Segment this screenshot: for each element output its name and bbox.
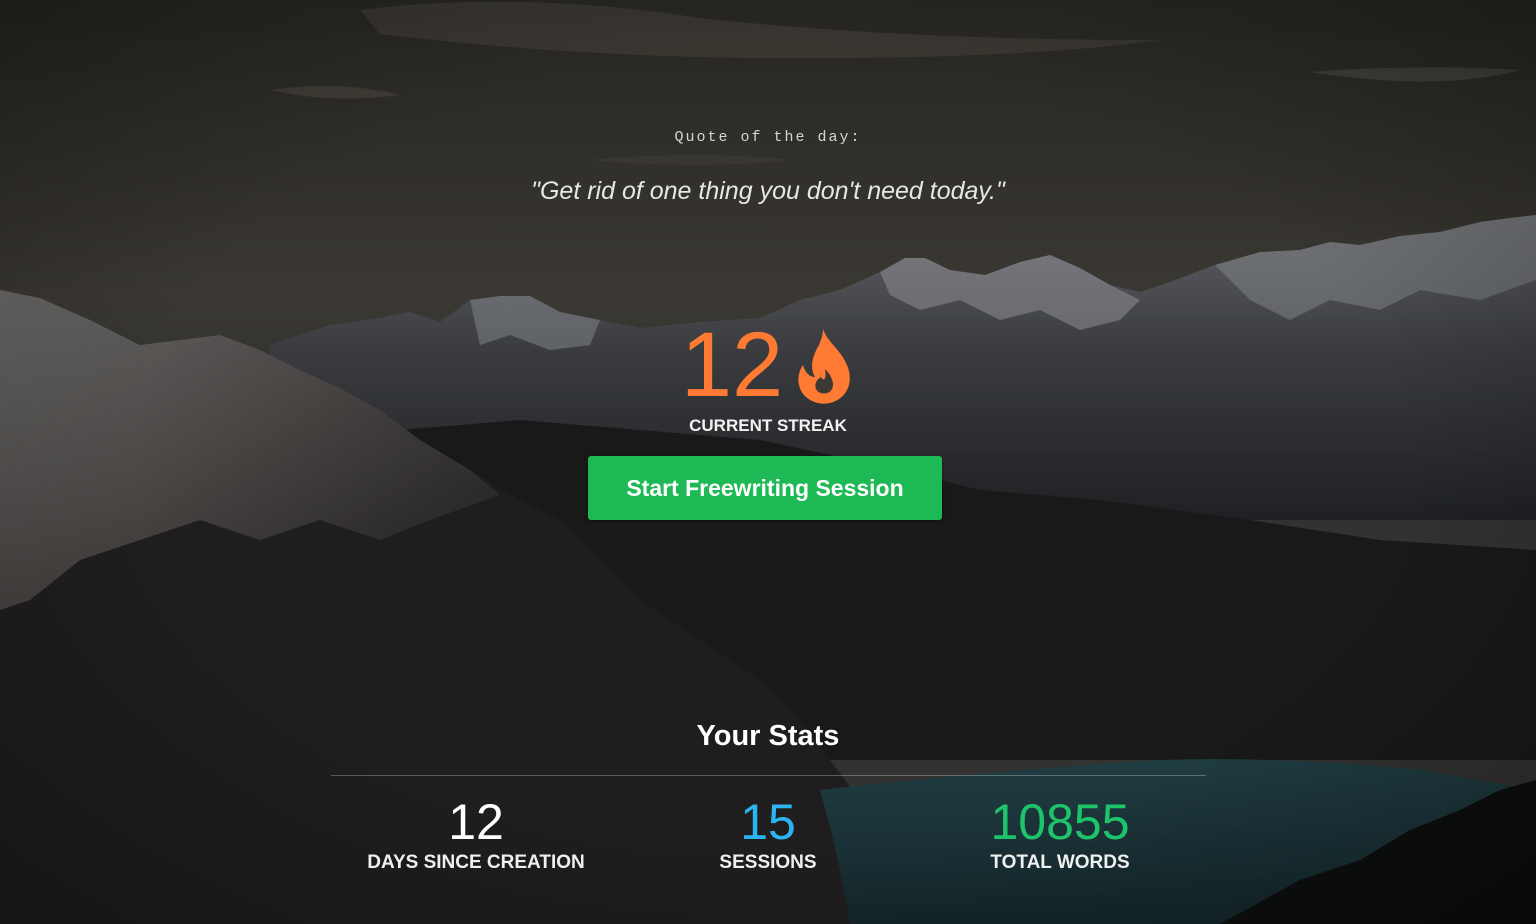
- stat-days-since-creation: 12 DAYS SINCE CREATION: [326, 792, 626, 874]
- current-streak: 12: [0, 318, 1536, 413]
- stat-value: 15: [740, 794, 796, 850]
- stat-label: DAYS SINCE CREATION: [367, 852, 585, 873]
- stat-label: SESSIONS: [719, 852, 817, 873]
- dashboard: Quote of the day: "Get rid of one thing …: [0, 0, 1536, 924]
- streak-label: CURRENT STREAK: [689, 416, 847, 435]
- quote-text: "Get rid of one thing you don't need tod…: [531, 177, 1005, 205]
- stat-sessions: 15 SESSIONS: [618, 792, 918, 874]
- stats-divider: [331, 775, 1206, 776]
- start-freewriting-button[interactable]: Start Freewriting Session: [588, 456, 942, 520]
- stat-value: 10855: [990, 794, 1130, 850]
- stat-value: 12: [448, 794, 504, 850]
- stat-total-words: 10855 TOTAL WORDS: [910, 792, 1210, 874]
- stats-title: Your Stats: [696, 720, 840, 752]
- stat-label: TOTAL WORDS: [990, 852, 1130, 873]
- streak-value: 12: [680, 314, 784, 416]
- flame-icon: [795, 327, 855, 405]
- quote-label: Quote of the day:: [674, 129, 862, 146]
